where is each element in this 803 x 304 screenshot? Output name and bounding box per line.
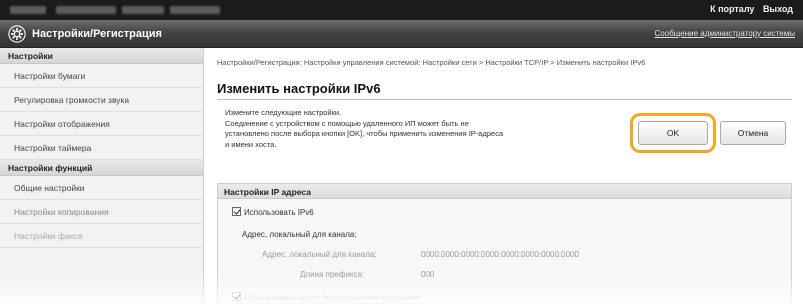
prefix-length-label: Длина префикса: bbox=[300, 270, 365, 279]
sidebar: Настройки Настройки бумаги Регулировка г… bbox=[0, 48, 204, 304]
use-ipv6-checkbox[interactable] bbox=[232, 207, 241, 216]
title-bar: Настройки/Регистрация Сообщение админист… bbox=[0, 20, 803, 48]
logout-link[interactable]: Выход bbox=[763, 4, 793, 14]
link-local-value: 0000:0000:0000:0000:0000:0000:0000:0000 bbox=[421, 250, 579, 259]
page-title: Изменить настройки IPv6 bbox=[217, 81, 381, 96]
divider bbox=[217, 99, 792, 100]
link-local-heading: Адрес, локальный для канала: bbox=[242, 230, 357, 239]
description-line: установлено после выбора кнопки [OK], чт… bbox=[225, 129, 504, 138]
blurred-text bbox=[170, 6, 220, 14]
blurred-text bbox=[10, 6, 46, 14]
top-bar: К порталу Выход bbox=[0, 0, 803, 20]
sidebar-item-volume[interactable]: Регулировка громкости звука bbox=[0, 88, 203, 112]
description-line: Измените следующие настройки. bbox=[225, 108, 342, 117]
sidebar-item-fax[interactable]: Настройки факса bbox=[0, 224, 203, 248]
use-ipv6-label: Использовать IPv6 bbox=[244, 208, 314, 217]
prefix-length-value: 000 bbox=[421, 270, 435, 279]
admin-message-link[interactable]: Сообщение администратору системы bbox=[655, 29, 795, 38]
sidebar-item-general[interactable]: Общие настройки bbox=[0, 176, 203, 200]
stateless-address-row[interactable]: Использовать адрес без сохранения состоя… bbox=[232, 292, 420, 302]
sidebar-item-display[interactable]: Настройки отображения bbox=[0, 112, 203, 136]
blurred-text bbox=[122, 6, 164, 14]
description-line: Соединение с устройством с помощью удале… bbox=[225, 118, 469, 128]
sidebar-item-paper[interactable]: Настройки бумаги bbox=[0, 64, 203, 88]
page-app-title: Настройки/Регистрация bbox=[32, 28, 162, 40]
description: Измените следующие настройки. Соединение… bbox=[225, 108, 645, 150]
sidebar-section-title: Настройки функций bbox=[0, 160, 203, 176]
ok-button[interactable]: OK bbox=[638, 121, 708, 145]
stateless-address-label: Использовать адрес без сохранения состоя… bbox=[244, 293, 421, 302]
ip-address-settings-section: Настройки IP адреса Использовать IPv6 Ад… bbox=[217, 183, 792, 304]
sidebar-item-timer[interactable]: Настройки таймера bbox=[0, 136, 203, 160]
description-line: и имени хоста. bbox=[225, 139, 277, 149]
main-content: Настройки/Регистрация: Настройки управле… bbox=[205, 48, 803, 304]
cancel-button[interactable]: Отмена bbox=[720, 121, 786, 145]
gear-icon bbox=[8, 25, 26, 43]
sidebar-section-title: Настройки bbox=[0, 48, 203, 64]
sidebar-item-copy[interactable]: Настройки копирования bbox=[0, 200, 203, 224]
stateless-address-checkbox[interactable] bbox=[232, 292, 241, 301]
breadcrumb: Настройки/Регистрация: Настройки управле… bbox=[217, 58, 646, 67]
blurred-text bbox=[56, 6, 116, 14]
section-title: Настройки IP адреса bbox=[218, 184, 791, 199]
link-local-label: Адрес, локальный для канала: bbox=[262, 250, 377, 259]
to-portal-link[interactable]: К порталу bbox=[710, 4, 754, 14]
use-ipv6-row[interactable]: Использовать IPv6 bbox=[232, 207, 314, 217]
